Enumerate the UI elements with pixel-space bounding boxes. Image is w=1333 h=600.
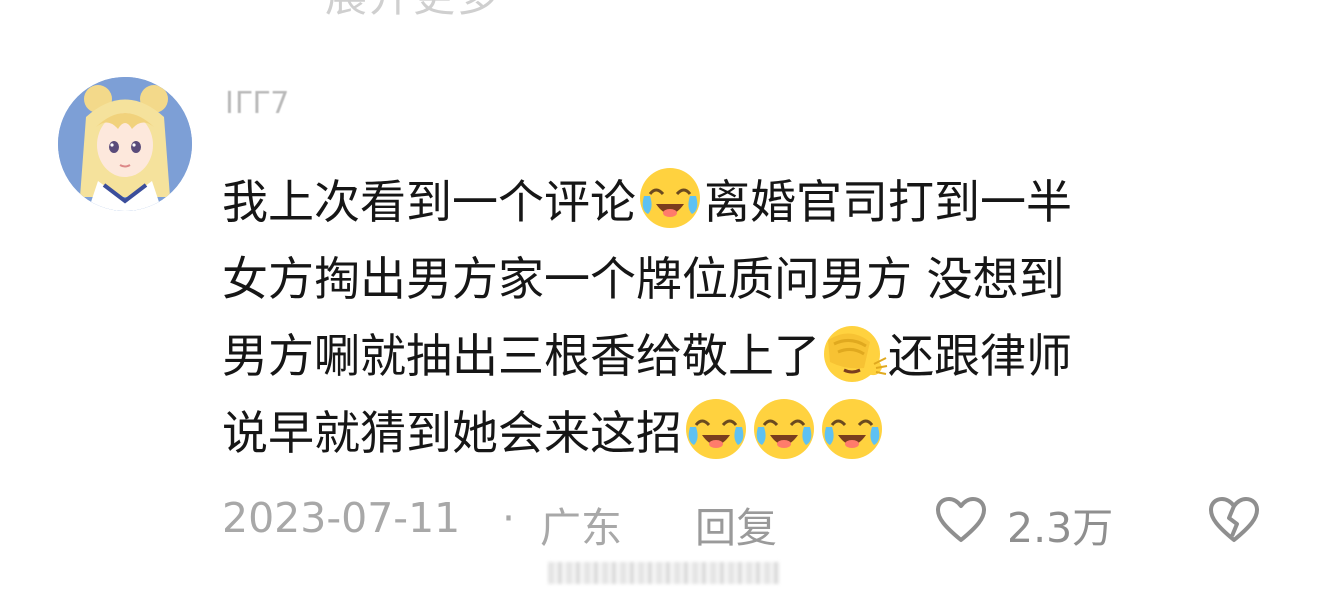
comment-text: 女方掏出男方家一个牌位质问男方 没想到 <box>222 252 1065 306</box>
reply-button[interactable]: 回复 <box>695 494 777 554</box>
broken-heart-icon[interactable] <box>1207 496 1261 544</box>
laugh-cry-emoji-icon <box>750 395 818 463</box>
blurred-watermark <box>548 562 780 584</box>
avatar[interactable] <box>58 77 192 211</box>
comment-text: 离婚官司打到一半 <box>704 175 1072 229</box>
comment-body: 我上次看到一个评论 离婚官司打到一半 女方掏出男方家一个牌位质问男方 没想到 男方… <box>222 164 1282 472</box>
heart-outline-icon[interactable] <box>934 496 988 544</box>
comment-date: 2023-07-11 <box>222 494 461 542</box>
comment-text: 说早就猜到她会来这招 <box>222 406 682 460</box>
comment-text: 男方唰就抽出三根香给敬上了 <box>222 329 820 383</box>
comment-region: 广东 <box>540 504 622 552</box>
comment-text: 我上次看到一个评论 <box>222 175 636 229</box>
like-count: 2.3万 <box>1007 504 1114 552</box>
comment-page: 展开更多 ⅠΓΓ7 我上次看到一个评论 离婚官司打到一半 <box>0 0 1333 600</box>
meta-separator: · <box>502 494 516 542</box>
laugh-cry-emoji-icon <box>636 164 704 232</box>
expand-more-text[interactable]: 展开更多 <box>325 0 501 18</box>
facepalm-emoji-icon <box>820 318 888 386</box>
laugh-cry-emoji-icon <box>818 395 886 463</box>
comment-meta: 2023-07-11 · 广东 回复 2.3万 <box>222 490 1302 552</box>
comment-text: 还跟律师 <box>888 329 1072 383</box>
avatar-image <box>58 77 192 211</box>
laugh-cry-emoji-icon <box>682 395 750 463</box>
username[interactable]: ⅠΓΓ7 <box>225 84 290 124</box>
